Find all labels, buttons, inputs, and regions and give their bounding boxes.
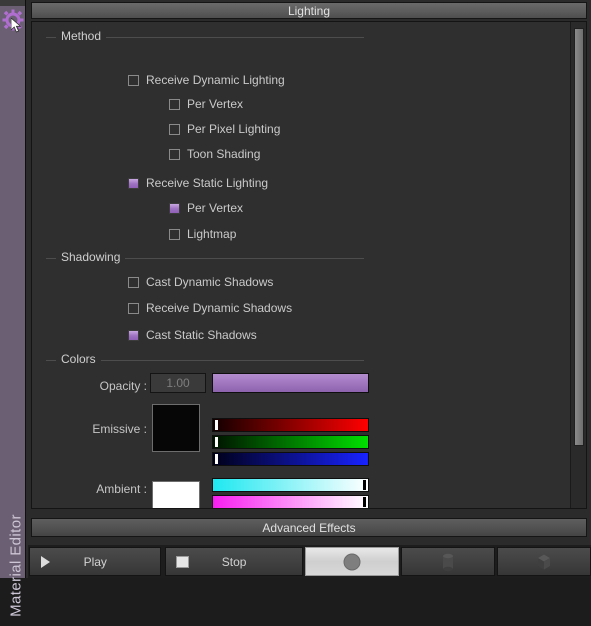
- group-method-title: Method: [56, 29, 107, 43]
- advanced-effects-label: Advanced Effects: [262, 520, 356, 535]
- cylinder-icon: [442, 553, 453, 571]
- gear-icon[interactable]: [2, 9, 24, 33]
- play-button[interactable]: Play: [29, 547, 162, 576]
- checkbox-label: Receive Dynamic Lighting: [146, 73, 285, 87]
- scrollbar-thumb[interactable]: [574, 28, 584, 446]
- checkbox-label: Lightmap: [187, 227, 237, 241]
- emissive-label: Emissive :: [92, 422, 147, 436]
- checkbox-label: Receive Static Lighting: [146, 176, 269, 190]
- material-editor-window: Material Editor Lighting Method Receive …: [0, 0, 591, 617]
- panel-titlebar[interactable]: Lighting: [31, 2, 587, 19]
- play-label: Play: [83, 554, 107, 569]
- slider-handle[interactable]: [215, 420, 218, 430]
- playback-toolbar: Play Stop: [28, 545, 591, 578]
- emissive-color-swatch[interactable]: [152, 404, 200, 452]
- vertical-scrollbar[interactable]: [570, 22, 586, 508]
- checkbox-box[interactable]: [169, 98, 180, 110]
- checkbox-toon-shading[interactable]: Toon Shading: [169, 147, 260, 161]
- ambient-cyan-slider[interactable]: [212, 478, 369, 492]
- checkbox-box[interactable]: [128, 74, 139, 86]
- checkbox-cast-dynamic-shadows[interactable]: Cast Dynamic Shadows: [128, 275, 273, 289]
- checkbox-receive-dynamic-lighting[interactable]: Receive Dynamic Lighting: [128, 73, 285, 87]
- left-dock: Material Editor: [0, 0, 26, 617]
- page-title: Lighting: [287, 3, 331, 18]
- slider-handle[interactable]: [215, 454, 218, 464]
- checkbox-box[interactable]: [128, 276, 139, 288]
- slider-handle[interactable]: [363, 480, 366, 490]
- emissive-blue-slider[interactable]: [212, 452, 369, 466]
- slider-handle[interactable]: [215, 437, 218, 447]
- checkbox-box[interactable]: [169, 228, 180, 240]
- stop-label: Stop: [221, 554, 247, 569]
- opacity-slider[interactable]: [212, 373, 369, 393]
- checkbox-box[interactable]: [128, 329, 139, 341]
- checkbox-receive-static-lighting[interactable]: Receive Static Lighting: [128, 176, 268, 190]
- group-shadowing-title: Shadowing: [56, 250, 126, 264]
- dock-top-cap: [0, 0, 25, 6]
- cube-icon: [537, 554, 550, 569]
- checkbox-label: Cast Dynamic Shadows: [146, 275, 274, 289]
- checkbox-label: Per Pixel Lighting: [187, 122, 281, 136]
- panel-content: Method Receive Dynamic Lighting Per Vert…: [31, 21, 587, 509]
- checkbox-per-vertex-dynamic[interactable]: Per Vertex: [169, 97, 243, 111]
- checkbox-label: Per Vertex: [187, 201, 244, 215]
- preview-shape-cube-button[interactable]: [496, 547, 591, 576]
- lighting-panel: Lighting Method Receive Dynamic Lighting…: [27, 0, 591, 512]
- advanced-effects-bar[interactable]: Advanced Effects: [31, 518, 587, 537]
- group-colors-title: Colors: [56, 352, 101, 366]
- checkbox-box[interactable]: [169, 148, 180, 160]
- checkbox-cast-static-shadows[interactable]: Cast Static Shadows: [128, 328, 257, 342]
- slider-handle[interactable]: [363, 497, 366, 507]
- checkbox-label: Toon Shading: [187, 147, 261, 161]
- ambient-color-swatch[interactable]: [152, 481, 200, 508]
- stop-button[interactable]: Stop: [165, 547, 303, 576]
- checkbox-lightmap[interactable]: Lightmap: [169, 227, 236, 241]
- checkbox-receive-dynamic-shadows[interactable]: Receive Dynamic Shadows: [128, 301, 292, 315]
- panel-scroll-area: Method Receive Dynamic Lighting Per Vert…: [32, 22, 586, 508]
- emissive-green-slider[interactable]: [212, 435, 369, 449]
- checkbox-box[interactable]: [128, 177, 139, 189]
- dock-title-material-editor[interactable]: Material Editor: [8, 506, 25, 626]
- checkbox-label: Cast Static Shadows: [146, 328, 257, 342]
- checkbox-label: Receive Dynamic Shadows: [146, 301, 293, 315]
- sphere-icon: [343, 553, 361, 570]
- checkbox-box[interactable]: [128, 302, 139, 314]
- checkbox-box[interactable]: [169, 202, 180, 214]
- checkbox-box[interactable]: [169, 123, 180, 135]
- ambient-magenta-slider[interactable]: [212, 495, 369, 508]
- emissive-red-slider[interactable]: [212, 418, 369, 432]
- opacity-input[interactable]: 1.00: [150, 373, 206, 393]
- preview-shape-cylinder-button[interactable]: [400, 547, 495, 576]
- ambient-label: Ambient :: [96, 482, 147, 496]
- cursor-arrow-icon: [11, 18, 22, 33]
- checkbox-per-vertex-static[interactable]: Per Vertex: [169, 201, 243, 215]
- opacity-label: Opacity :: [99, 379, 147, 393]
- preview-shape-sphere-button[interactable]: [304, 547, 399, 576]
- checkbox-per-pixel-lighting[interactable]: Per Pixel Lighting: [169, 122, 280, 136]
- checkbox-label: Per Vertex: [187, 97, 244, 111]
